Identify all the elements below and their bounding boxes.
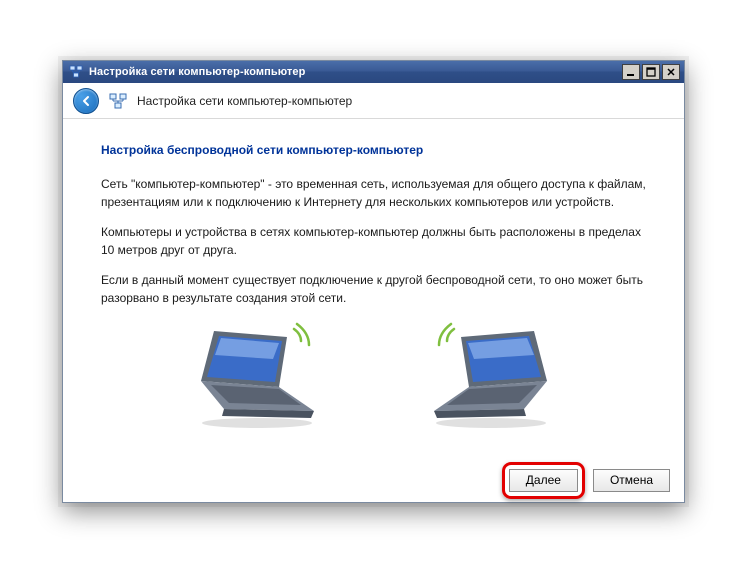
- laptop-left-icon: [179, 319, 329, 429]
- header-title: Настройка сети компьютер-компьютер: [137, 94, 352, 108]
- illustration: [101, 319, 646, 429]
- close-button[interactable]: [662, 64, 680, 80]
- maximize-button[interactable]: [642, 64, 660, 80]
- wizard-content: Настройка беспроводной сети компьютер-ко…: [63, 119, 684, 458]
- next-button-highlight: Далее: [502, 462, 585, 499]
- cancel-button[interactable]: Отмена: [593, 469, 670, 492]
- wizard-window: Настройка сети компьютер-компьютер: [62, 60, 685, 503]
- page-heading: Настройка беспроводной сети компьютер-ко…: [101, 143, 646, 157]
- laptop-right-icon: [419, 319, 569, 429]
- wizard-header: Настройка сети компьютер-компьютер: [63, 83, 684, 119]
- description-2: Компьютеры и устройства в сетях компьюте…: [101, 223, 646, 259]
- app-icon: [69, 65, 83, 79]
- window-title: Настройка сети компьютер-компьютер: [89, 66, 620, 78]
- next-button[interactable]: Далее: [509, 469, 578, 492]
- minimize-button[interactable]: [622, 64, 640, 80]
- back-button[interactable]: [73, 88, 99, 114]
- wizard-footer: Далее Отмена: [63, 458, 684, 502]
- description-1: Сеть "компьютер-компьютер" - это временн…: [101, 175, 646, 211]
- network-icon: [109, 92, 127, 110]
- description-3: Если в данный момент существует подключе…: [101, 271, 646, 307]
- titlebar: Настройка сети компьютер-компьютер: [63, 61, 684, 83]
